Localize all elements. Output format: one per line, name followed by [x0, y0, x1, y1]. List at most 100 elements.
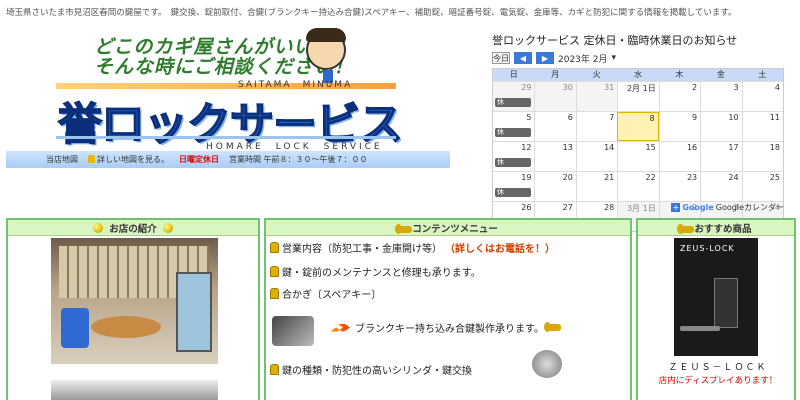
- holiday-event[interactable]: 休: [495, 188, 531, 197]
- mascot-illustration: [306, 28, 346, 84]
- calendar-day[interactable]: 21: [575, 172, 617, 201]
- content-menu-title: コンテンツメニュー: [412, 223, 498, 235]
- key-icon: [677, 223, 695, 234]
- site-logo-banner[interactable]: どこのカギ屋さんがいいの？ そんな時にご相談ください！ SAITAMA MINU…: [6, 26, 450, 170]
- calendar-day[interactable]: 6: [534, 112, 575, 141]
- recommended-heading: おすすめ商品: [638, 220, 794, 236]
- shop-intro-heading: お店の紹介: [8, 220, 258, 236]
- month-dropdown-icon[interactable]: ▾: [612, 53, 617, 63]
- menu-item-spare-key[interactable]: 合かぎ〔スペアキー〕: [270, 286, 381, 301]
- site-tagline: 埼玉県さいたま市見沼区春岡の鍵屋です。 鍵交換、錠前取付、合鍵(ブランクキー持込…: [6, 8, 737, 18]
- calendar-week: 5 休 6 7 8 9 10 11: [493, 111, 783, 141]
- menu-item-maintenance-label[interactable]: 鍵・錠前のメンテナンスと修理も承ります。: [282, 264, 481, 279]
- shop-intro-panel: お店の紹介: [6, 218, 260, 400]
- calendar-day[interactable]: 16: [658, 142, 700, 171]
- content-menu-panel: コンテンツメニュー 営業内容（防犯工事・金庫開け等） （詳しくはお電話を！） 鍵…: [264, 218, 632, 400]
- calendar-week: 19 休 20 21 22 23 24 25: [493, 171, 783, 201]
- shop-exterior-photo[interactable]: [51, 380, 218, 400]
- product-name[interactable]: ＺＥＵＳ－ＬＯＣＫ: [638, 360, 798, 373]
- lock-icon: [270, 266, 279, 277]
- info-bar: 当店地図 詳しい地図を見る。 日曜定休日 営業時間 午前８：３０〜午後７：００: [6, 151, 450, 168]
- google-calendar-link[interactable]: + Google Googleカレンダー: [671, 202, 784, 213]
- menu-item-services-note: （詳しくはお電話を！）: [445, 244, 555, 255]
- calendar-title: 誉ロックサービス 定休日・臨時休業日のお知らせ: [492, 34, 738, 47]
- google-logo: Google: [682, 203, 714, 212]
- weekday-label: 金: [716, 70, 725, 79]
- calendar-day[interactable]: 8: [617, 112, 659, 141]
- calendar-day[interactable]: 18: [741, 142, 783, 171]
- calendar-day[interactable]: 22: [617, 172, 658, 201]
- calendar-day[interactable]: 4: [741, 82, 783, 111]
- product-photo[interactable]: ZEUS-LOCK: [674, 238, 758, 356]
- ball-icon: [162, 222, 173, 233]
- prev-month-button[interactable]: ◀: [514, 52, 532, 64]
- map-label: 当店地図: [46, 155, 78, 164]
- business-hours: 営業時間 午前８：３０〜午後７：００: [229, 155, 368, 164]
- lock-icon: [88, 155, 95, 163]
- holiday-event[interactable]: 休: [495, 158, 531, 167]
- calendar-day[interactable]: 23: [658, 172, 700, 201]
- ball-icon: [93, 222, 104, 233]
- key-icon: [395, 223, 413, 234]
- product-brand: ZEUS-LOCK: [680, 244, 735, 253]
- menu-item-spare-key-label[interactable]: 合かぎ〔スペアキー〕: [282, 286, 381, 301]
- calendar-day[interactable]: 7: [575, 112, 617, 141]
- holiday-calendar: 誉ロックサービス 定休日・臨時休業日のお知らせ 今日 ◀ ▶ 2023年 2月 …: [492, 32, 792, 232]
- calendar-month: 2023年 2月: [558, 54, 608, 65]
- recommended-product-panel: おすすめ商品 ZEUS-LOCK ＺＥＵＳ－ＬＯＣＫ 店内にディスプレイあります…: [636, 218, 796, 400]
- map-link[interactable]: 詳しい地図を見る。: [88, 154, 169, 165]
- calendar-day[interactable]: 19 休: [493, 172, 534, 201]
- calendar-day[interactable]: 12 休: [493, 142, 534, 171]
- calendar-day[interactable]: 25: [741, 172, 783, 201]
- arrow-icon: [330, 323, 350, 332]
- today-button[interactable]: 今日: [492, 52, 510, 64]
- recommended-title: おすすめ商品: [694, 223, 752, 235]
- menu-item-cylinders[interactable]: 鍵の種類・防犯性の高いシリンダ・鍵交換: [270, 362, 472, 377]
- weekday-label: 土: [758, 70, 767, 79]
- calendar-day[interactable]: 10: [700, 112, 741, 141]
- weekday-label: 日: [509, 70, 518, 79]
- product-note: 店内にディスプレイあります！: [658, 376, 778, 386]
- next-month-button[interactable]: ▶: [536, 52, 554, 64]
- keys-photo: [272, 316, 314, 346]
- calendar-day[interactable]: 30: [534, 82, 576, 111]
- weekday-label: 月: [551, 70, 560, 79]
- calendar-day[interactable]: 31: [575, 82, 618, 111]
- calendar-day[interactable]: 14: [575, 142, 617, 171]
- plus-icon: +: [671, 203, 681, 212]
- menu-item-services-label[interactable]: 営業内容（防犯工事・金庫開け等）: [282, 240, 442, 255]
- map-link-text[interactable]: 詳しい地図を見る。: [97, 155, 169, 164]
- calendar-nav: 今日 ◀ ▶ 2023年 2月 ▾: [492, 50, 792, 66]
- holiday-text: 日曜定休日: [179, 155, 219, 164]
- calendar-day[interactable]: 2月 1日: [617, 82, 658, 111]
- content-menu-heading: コンテンツメニュー: [266, 220, 630, 236]
- shop-interior-photo[interactable]: [51, 238, 218, 364]
- calendar-week: 12 休 13 14 15 16 17 18: [493, 141, 783, 171]
- calendar-day[interactable]: 2: [658, 82, 700, 111]
- menu-item-cylinders-label[interactable]: 鍵の種類・防犯性の高いシリンダ・鍵交換: [282, 362, 472, 377]
- menu-item-maintenance[interactable]: 鍵・錠前のメンテナンスと修理も承ります。: [270, 264, 481, 279]
- calendar-day[interactable]: 20: [534, 172, 575, 201]
- calendar-day[interactable]: 9: [658, 112, 700, 141]
- calendar-day[interactable]: 24: [700, 172, 741, 201]
- holiday-event[interactable]: 休: [495, 98, 531, 107]
- calendar-day[interactable]: 13: [534, 142, 575, 171]
- menu-item-services[interactable]: 営業内容（防犯工事・金庫開け等） （詳しくはお電話を！）: [270, 240, 555, 255]
- calendar-day[interactable]: 5休: [493, 112, 534, 141]
- lock-icon: [270, 288, 279, 299]
- calendar-week: 29 休 30 31 2月 1日 2 3 4: [493, 81, 783, 111]
- weekday-label: 火: [592, 70, 601, 79]
- lock-icon: [270, 364, 279, 375]
- menu-item-blank-key[interactable]: ブランクキー持ち込み合鍵製作承ります。: [330, 320, 561, 335]
- cylinder-photo: [532, 350, 562, 378]
- menu-item-blank-key-label[interactable]: ブランクキー持ち込み合鍵製作承ります。: [355, 320, 544, 335]
- calendar-day[interactable]: 15: [617, 142, 658, 171]
- lock-icon: [270, 242, 279, 253]
- weekday-label: 木: [675, 70, 684, 79]
- calendar-day[interactable]: 17: [700, 142, 741, 171]
- calendar-day[interactable]: 11: [741, 112, 783, 141]
- calendar-day[interactable]: 3: [700, 82, 741, 111]
- google-calendar-label: Googleカレンダー: [715, 203, 784, 212]
- holiday-event[interactable]: 休: [495, 128, 531, 137]
- calendar-day[interactable]: 29 休: [493, 82, 535, 111]
